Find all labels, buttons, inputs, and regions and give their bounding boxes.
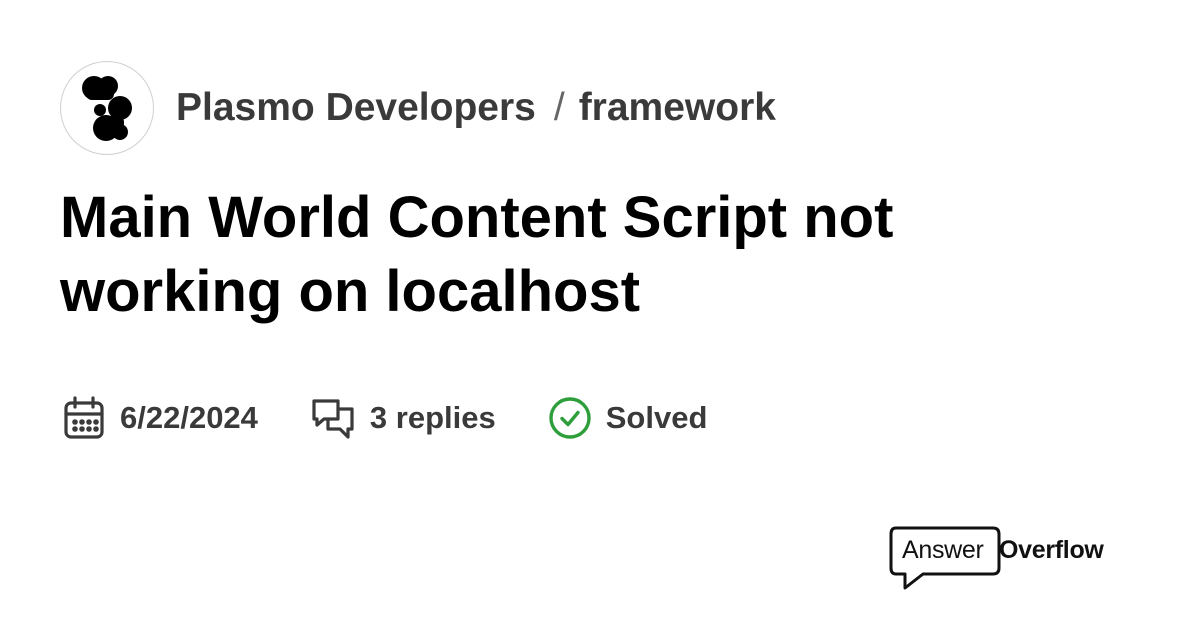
thread-title: Main World Content Script not working on…: [60, 185, 894, 324]
solved-item: Solved: [548, 396, 708, 440]
server-avatar[interactable]: [60, 61, 154, 155]
replies-item: 3 replies: [310, 395, 496, 441]
solved-status: Solved: [605, 400, 708, 435]
brand-answer-text: Answer: [902, 536, 984, 564]
post-date: 6/22/2024: [120, 400, 258, 435]
brand-overflow-text: Overflow: [999, 536, 1104, 564]
answer-overflow-logo[interactable]: Answer Overflow: [889, 526, 1119, 592]
channel-name-link[interactable]: framework: [579, 86, 776, 130]
check-circle-icon: [549, 397, 591, 439]
reply-count: 3 replies: [369, 400, 496, 435]
chat-bubbles-icon: [312, 399, 354, 439]
server-name-link[interactable]: Plasmo Developers: [176, 86, 536, 130]
breadcrumb: Plasmo Developers / framework: [176, 86, 776, 130]
server-header: Plasmo Developers / framework: [60, 60, 776, 156]
plasmo-logo-icon: [82, 76, 132, 141]
calendar-icon: [64, 396, 104, 439]
date-item: 6/22/2024: [62, 395, 258, 441]
thread-meta: 6/22/2024 3 replies Solved: [62, 392, 707, 444]
breadcrumb-separator: /: [553, 86, 565, 129]
